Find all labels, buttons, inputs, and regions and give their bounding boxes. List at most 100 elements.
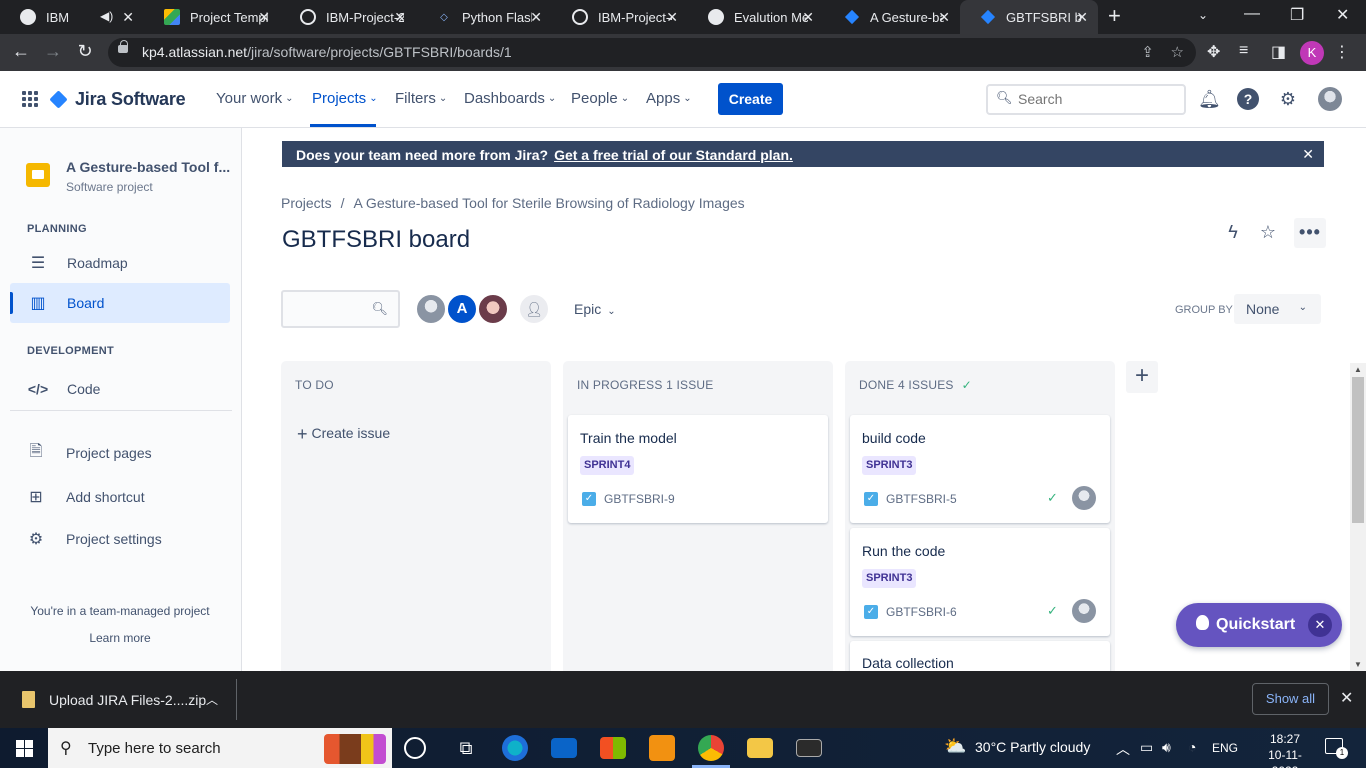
share-icon[interactable]: ⇪ [1141, 43, 1154, 61]
nav-dashboards[interactable]: Dashboards ⌄ [464, 90, 556, 107]
page-scrollbar[interactable]: ▲ ▼ [1350, 363, 1366, 671]
browser-tab[interactable]: ◇ Python Flask ✕ [416, 0, 552, 34]
close-icon[interactable]: ✕ [1340, 688, 1353, 708]
cortana-icon[interactable] [404, 737, 426, 759]
member-avatar[interactable] [477, 293, 509, 325]
breadcrumb-projects[interactable]: Projects [281, 195, 332, 211]
browser-tab[interactable]: IBM ◀) ✕ [0, 0, 144, 34]
file-explorer-icon[interactable] [747, 738, 773, 758]
reload-button[interactable]: ↻ [74, 41, 96, 62]
close-tab-icon[interactable]: ✕ [122, 9, 134, 25]
group-by-dropdown[interactable]: None ⌄ [1234, 294, 1321, 324]
store-icon[interactable] [600, 737, 626, 759]
sidebar-item-roadmap[interactable]: ☰ Roadmap [10, 243, 230, 283]
show-all-button[interactable]: Show all [1252, 683, 1329, 715]
epic-filter-dropdown[interactable]: Epic ⌄ [574, 301, 616, 317]
breadcrumb-project[interactable]: A Gesture-based Tool for Sterile Browsin… [353, 195, 744, 211]
sidebar-item-project-settings[interactable]: ⚙ Project settings [10, 519, 230, 559]
close-tab-icon[interactable]: ✕ [1076, 9, 1088, 25]
add-people-icon[interactable]: 👤︎ [518, 293, 550, 325]
create-button[interactable]: Create [718, 83, 783, 115]
add-column-button[interactable]: + [1126, 361, 1158, 393]
close-tab-icon[interactable]: ✕ [258, 9, 270, 25]
forward-button[interactable]: → [42, 41, 64, 62]
issue-card[interactable]: build code SPRINT3 ✓ GBTFSBRI-5 ✓ [850, 415, 1110, 523]
automation-lightning-icon[interactable]: ϟ [1221, 222, 1245, 243]
close-tab-icon[interactable]: ✕ [938, 9, 950, 25]
project-name[interactable]: A Gesture-based Tool f... [66, 159, 230, 175]
issue-card[interactable]: Train the model SPRINT4 ✓ GBTFSBRI-9 [568, 415, 828, 523]
new-tab-button[interactable]: + [1108, 5, 1121, 27]
user-avatar[interactable] [1318, 87, 1342, 111]
learn-more-link[interactable]: Learn more [0, 631, 240, 645]
browser-tab[interactable]: Evalution Metrics ✕ [688, 0, 824, 34]
close-tab-icon[interactable]: ✕ [802, 9, 814, 25]
notifications-bell-icon[interactable]: 🔔︎ [1198, 88, 1221, 110]
chevron-up-icon[interactable]: ︿ [1116, 739, 1130, 759]
media-icon[interactable]: ≡ [1239, 42, 1248, 60]
close-window-button[interactable]: ✕ [1336, 5, 1349, 25]
address-bar[interactable]: kp4.atlassian.net/jira/software/projects… [108, 38, 1196, 67]
taskbar-search[interactable]: ⚲ Type here to search [48, 728, 392, 768]
member-avatar[interactable] [415, 293, 447, 325]
close-icon[interactable]: ✕ [1308, 613, 1332, 637]
nav-people[interactable]: People ⌄ [571, 90, 629, 107]
assignee-avatar[interactable] [1072, 599, 1096, 623]
close-tab-icon[interactable]: ✕ [394, 9, 406, 25]
assignee-avatar[interactable] [1072, 486, 1096, 510]
restore-button[interactable]: ❐ [1290, 5, 1304, 25]
star-icon[interactable]: ☆ [1256, 222, 1280, 243]
nav-your-work[interactable]: Your work ⌄ [216, 90, 294, 107]
browser-tab[interactable]: A Gesture-based ✕ [824, 0, 960, 34]
side-panel-icon[interactable]: ◨ [1271, 42, 1286, 62]
close-tab-icon[interactable]: ✕ [530, 9, 542, 25]
clock[interactable]: 18:27 10-11-2022 [1256, 731, 1314, 768]
sidebar-item-project-pages[interactable]: 🗎︎ Project pages [10, 433, 230, 473]
task-view-icon[interactable]: ⧉ [453, 735, 479, 761]
settings-gear-icon[interactable]: ⚙ [1277, 88, 1299, 110]
sidebar-item-add-shortcut[interactable]: ⊞ Add shortcut [10, 477, 230, 517]
member-avatar[interactable]: A [446, 293, 478, 325]
quickstart-button[interactable]: Quickstart ✕ [1176, 603, 1342, 647]
close-icon[interactable]: ✕ [1302, 146, 1314, 163]
minimize-button[interactable]: — [1244, 5, 1260, 23]
nav-apps[interactable]: Apps ⌄ [646, 90, 692, 107]
wifi-icon[interactable]: ◔ [1188, 739, 1196, 755]
back-button[interactable]: ← [10, 41, 32, 62]
terminal-icon[interactable] [796, 739, 822, 757]
weather-text[interactable]: 30°C Partly cloudy [975, 739, 1090, 755]
search-input[interactable] [1018, 91, 1168, 107]
browser-tab[interactable]: IBM-Project-2 ✕ [280, 0, 416, 34]
search-field[interactable]: 🔍︎ [986, 84, 1186, 115]
jira-logo[interactable]: Jira Software [49, 89, 186, 110]
windows-start-icon[interactable] [16, 740, 33, 757]
chrome-menu-icon[interactable]: ⋮ [1334, 42, 1350, 62]
download-item[interactable]: Upload JIRA Files-2....zip [49, 692, 206, 708]
browser-tab-active[interactable]: GBTFSBRI board ✕ [960, 0, 1098, 34]
scrollbar-thumb[interactable] [1352, 377, 1364, 523]
more-actions-button[interactable]: ••• [1294, 218, 1326, 248]
free-trial-link[interactable]: Get a free trial of our Standard plan. [554, 147, 793, 163]
sidebar-item-code[interactable]: </> Code [10, 369, 230, 409]
issue-card[interactable]: Data collection [850, 641, 1110, 671]
board-search-input[interactable]: 🔍︎ [281, 290, 400, 328]
battery-icon[interactable]: ▭ [1140, 739, 1153, 756]
tab-search-icon[interactable]: ⌄ [1198, 8, 1208, 22]
profile-avatar[interactable]: K [1300, 41, 1324, 65]
browser-tab[interactable]: IBM-Project-4 ✕ [552, 0, 688, 34]
create-issue-button[interactable]: + Create issue [297, 424, 390, 445]
issue-card[interactable]: Run the code SPRINT3 ✓ GBTFSBRI-6 ✓ [850, 528, 1110, 636]
edge-icon[interactable] [502, 735, 528, 761]
sidebar-item-board[interactable]: ▥ Board [10, 283, 230, 323]
browser-tab[interactable]: Project Templates ✕ [144, 0, 280, 34]
help-icon[interactable]: ? [1237, 88, 1259, 110]
nav-filters[interactable]: Filters ⌄ [395, 90, 447, 107]
extensions-icon[interactable]: ✥ [1207, 42, 1220, 62]
app-switcher-icon[interactable] [22, 91, 38, 107]
mail-icon[interactable] [551, 738, 577, 758]
bookmark-star-icon[interactable]: ☆ [1171, 43, 1184, 61]
nav-projects[interactable]: Projects ⌄ [312, 90, 378, 107]
chrome-icon[interactable] [698, 735, 724, 761]
close-tab-icon[interactable]: ✕ [666, 9, 678, 25]
chevron-up-icon[interactable]: ︿ [206, 691, 218, 708]
